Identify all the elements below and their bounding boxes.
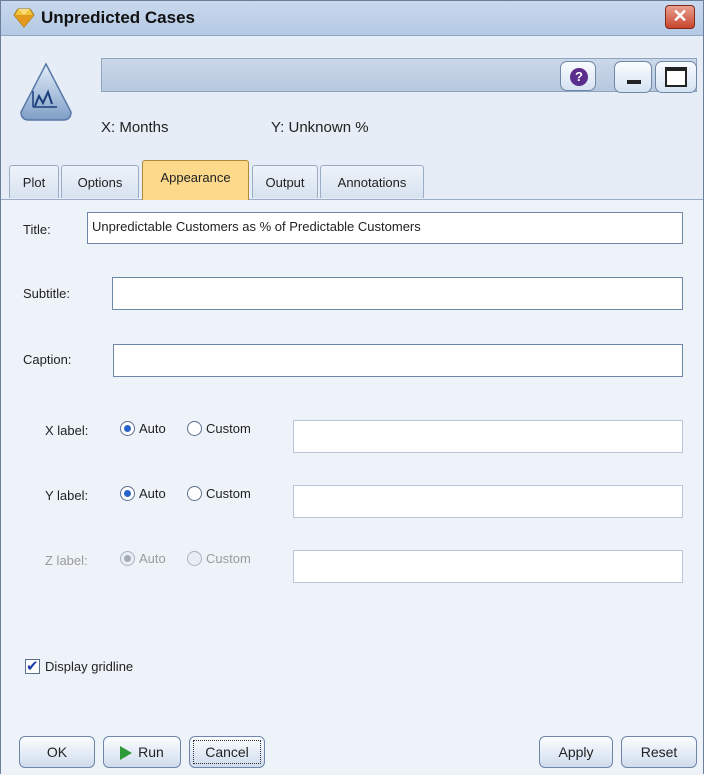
caption-label: Caption:: [23, 352, 72, 367]
window-title: Unpredicted Cases: [41, 8, 195, 27]
apply-button[interactable]: Apply: [539, 736, 613, 768]
z-label-custom-text: Custom: [206, 551, 251, 566]
dialog-window: Unpredicted Cases ✕ ? X: Months Y: Unkno…: [0, 0, 704, 775]
y-label-auto-radio[interactable]: [120, 486, 135, 501]
x-label-auto-text: Auto: [139, 421, 166, 436]
cancel-button[interactable]: Cancel: [189, 736, 265, 768]
caption-input[interactable]: [113, 344, 683, 377]
tab-bar: Plot Options Appearance Output Annotatio…: [1, 152, 703, 202]
graph-node-icon: [20, 62, 72, 121]
close-button[interactable]: ✕: [665, 5, 695, 29]
maximize-button[interactable]: [655, 61, 697, 93]
display-gridline-label: Display gridline: [45, 659, 134, 674]
subtitle-label: Subtitle:: [23, 286, 70, 301]
tab-appearance[interactable]: Appearance: [142, 160, 249, 202]
run-label: Run: [138, 744, 164, 760]
maximize-icon: [665, 67, 687, 87]
run-button[interactable]: Run: [103, 736, 181, 768]
z-label-label: Z label:: [45, 553, 88, 568]
y-label-custom-input[interactable]: [293, 485, 683, 518]
y-label-label: Y label:: [45, 488, 89, 503]
minimize-icon: [627, 80, 641, 84]
tab-annotations[interactable]: Annotations: [320, 165, 424, 198]
z-label-custom-radio: [187, 551, 202, 566]
z-label-auto-radio: [120, 551, 135, 566]
z-label-custom-input: [293, 550, 683, 583]
tab-options[interactable]: Options: [61, 165, 139, 198]
node-diamond-icon: [13, 8, 35, 28]
title-label: Title:: [23, 222, 51, 237]
reset-button[interactable]: Reset: [621, 736, 697, 768]
help-icon: ?: [570, 68, 588, 86]
cancel-label: Cancel: [193, 740, 261, 764]
display-gridline-checkbox[interactable]: [25, 657, 40, 675]
y-label-custom-radio[interactable]: [187, 486, 202, 501]
x-label-auto-radio[interactable]: [120, 421, 135, 436]
x-label-custom-text: Custom: [206, 421, 251, 436]
help-button[interactable]: ?: [560, 61, 596, 91]
y-label-custom-text: Custom: [206, 486, 251, 501]
tab-output[interactable]: Output: [252, 165, 318, 198]
z-label-auto-text: Auto: [139, 551, 166, 566]
node-name-field[interactable]: [101, 58, 697, 92]
x-label-label: X label:: [45, 423, 89, 438]
tab-plot[interactable]: Plot: [9, 165, 59, 198]
minimize-button[interactable]: [614, 61, 652, 93]
x-label-custom-radio[interactable]: [187, 421, 202, 436]
title-bar[interactable]: Unpredicted Cases ✕: [1, 1, 703, 36]
appearance-panel: Title: Unpredictable Customers as % of P…: [1, 200, 703, 775]
x-label-custom-input[interactable]: [293, 420, 683, 453]
y-label-auto-text: Auto: [139, 486, 166, 501]
subtitle-input[interactable]: [112, 277, 683, 310]
node-header: ? X: Months Y: Unknown %: [1, 36, 703, 152]
ok-button[interactable]: OK: [19, 736, 95, 768]
y-field-info: Y: Unknown %: [271, 119, 369, 136]
run-icon: [120, 746, 133, 761]
title-input[interactable]: Unpredictable Customers as % of Predicta…: [87, 212, 683, 244]
x-field-info: X: Months: [101, 119, 169, 136]
